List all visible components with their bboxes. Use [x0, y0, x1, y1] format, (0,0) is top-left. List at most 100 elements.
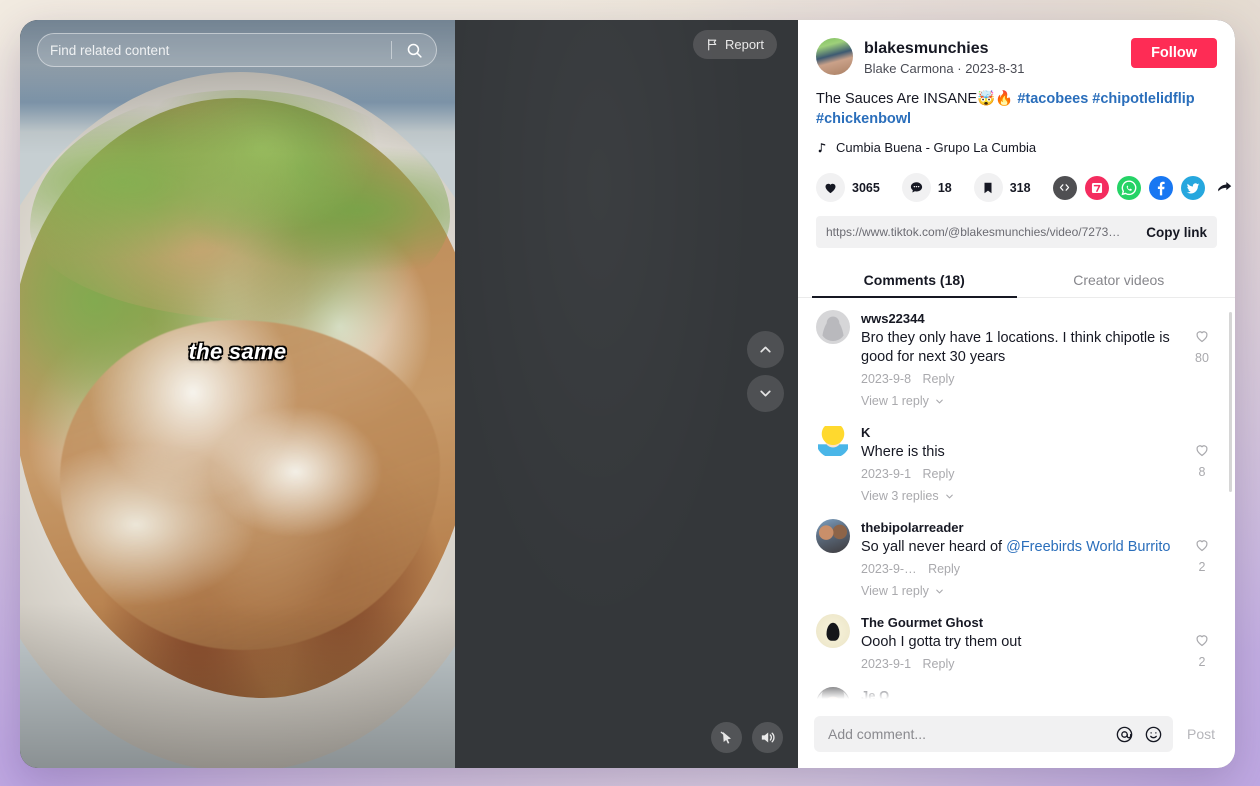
commenter-name[interactable]: thebipolarreader [861, 519, 1176, 536]
like-button[interactable] [816, 173, 845, 202]
comment-mention[interactable]: @Freebirds World Burrito [1006, 539, 1170, 555]
share-arrow-icon[interactable] [1213, 176, 1235, 200]
whatsapp-icon[interactable] [1116, 175, 1141, 200]
follow-button[interactable]: Follow [1131, 38, 1217, 68]
music-row[interactable]: Cumbia Buena - Grupo La Cumbia [816, 140, 1217, 155]
comment-like-count: 8 [1198, 465, 1206, 479]
post-comment-button[interactable]: Post [1183, 726, 1219, 742]
commenter-name[interactable]: wws22344 [861, 310, 1176, 327]
comment-text-body: So yall never heard of [861, 539, 1007, 555]
related-content-search[interactable] [37, 33, 437, 67]
hashtag-chipotlelidflip[interactable]: #chipotlelidflip [1092, 91, 1194, 107]
search-icon [407, 43, 422, 58]
search-input[interactable] [38, 42, 391, 58]
save-stat[interactable]: 318 [973, 173, 1031, 202]
music-note-icon [818, 143, 826, 153]
commenter-avatar[interactable] [816, 614, 850, 648]
chevron-down-icon [936, 399, 943, 403]
heart-outline-icon [1196, 540, 1208, 552]
reply-button[interactable]: Reply [928, 562, 960, 576]
chevron-down-icon [945, 494, 953, 498]
comment-like-button[interactable] [1187, 687, 1217, 703]
caption-body: The Sauces Are INSANE🤯🔥 [816, 91, 1018, 107]
video-url[interactable]: https://www.tiktok.com/@blakesmunchies/v… [826, 225, 1136, 239]
author-username[interactable]: blakesmunchies [864, 39, 1120, 58]
post-date: 2023-8-31 [965, 61, 1025, 76]
search-button[interactable] [392, 34, 436, 66]
save-count: 318 [1009, 180, 1031, 195]
clear-mode-button[interactable] [711, 722, 742, 753]
author-separator: · [957, 61, 962, 76]
save-button[interactable] [973, 173, 1003, 202]
hashtag-tacobees[interactable]: #tacobees [1017, 91, 1088, 107]
comment-stat[interactable]: 18 [901, 173, 952, 202]
volume-on-icon [761, 732, 775, 743]
comment-item: thebipolarreader So yall never heard of … [816, 519, 1217, 598]
volume-button[interactable] [752, 722, 783, 753]
comment-button[interactable] [901, 173, 931, 202]
view-replies-label: View 3 replies [861, 489, 939, 503]
video-vignette [20, 20, 455, 768]
heart-outline-icon [1196, 331, 1208, 343]
view-replies-button[interactable]: View 3 replies [861, 489, 1176, 503]
view-replies-label: View 1 reply [861, 394, 929, 408]
reply-button[interactable]: Reply [923, 657, 955, 671]
comment-meta: 2023-9-1 Reply [861, 657, 1176, 671]
facebook-icon[interactable] [1148, 175, 1173, 200]
comment-item: K Where is this 2023-9-1 Reply View 3 re… [816, 424, 1217, 503]
lemon8-icon[interactable] [1084, 175, 1109, 200]
twitter-icon[interactable] [1180, 175, 1205, 200]
like-stat[interactable]: 3065 [816, 173, 880, 202]
chevron-up-icon [760, 346, 771, 353]
hashtag-chickenbowl[interactable]: #chickenbowl [816, 111, 911, 127]
comment-body: The Gourmet Ghost Oooh I gotta try them … [861, 614, 1176, 671]
commenter-avatar[interactable] [816, 687, 850, 703]
comment-input-wrapper[interactable] [814, 716, 1173, 752]
comment-meta: 2023-9-8 Reply [861, 372, 1176, 386]
comment-like-button[interactable]: 8 [1187, 424, 1217, 503]
comment-like-button[interactable]: 2 [1187, 519, 1217, 598]
comment-date: 2023-9-… [861, 562, 917, 576]
comment-body: K Where is this 2023-9-1 Reply View 3 re… [861, 424, 1176, 503]
commenter-avatar[interactable] [816, 424, 850, 458]
copy-link-button[interactable]: Copy link [1136, 225, 1207, 240]
add-comment-bar: Post [798, 703, 1235, 768]
commenter-name[interactable]: Je O [861, 687, 1176, 703]
embed-code-icon[interactable] [1052, 175, 1077, 200]
comment-body: thebipolarreader So yall never heard of … [861, 519, 1176, 598]
reply-button[interactable]: Reply [923, 372, 955, 386]
comment-input[interactable] [828, 726, 1105, 742]
comment-text: Bro they only have 1 locations. I think … [861, 330, 1170, 365]
comment-like-button[interactable]: 2 [1187, 614, 1217, 671]
video-caption-overlay: the same [188, 339, 287, 364]
at-mention-icon[interactable] [1115, 725, 1134, 744]
comment-date: 2023-9-1 [861, 467, 912, 481]
tab-creator-videos[interactable]: Creator videos [1017, 262, 1222, 297]
commenter-name[interactable]: The Gourmet Ghost [861, 614, 1176, 631]
previous-video-button[interactable] [747, 331, 784, 368]
commenter-name[interactable]: K [861, 424, 1176, 441]
engagement-stats: 3065 18 318 [816, 173, 1232, 202]
panel-tabs: Comments (18) Creator videos [798, 262, 1235, 298]
emoji-icon[interactable] [1144, 725, 1163, 744]
commenter-avatar[interactable] [816, 310, 850, 344]
comment-item: The Gourmet Ghost Oooh I gotta try them … [816, 614, 1217, 671]
report-button[interactable]: Report [692, 30, 777, 59]
view-replies-button[interactable]: View 1 reply [861, 584, 1176, 598]
commenter-avatar[interactable] [816, 519, 850, 553]
comment-body: Je O Isn't this food truck? [861, 687, 1176, 703]
comment-like-count: 2 [1198, 655, 1206, 669]
comment-like-button[interactable]: 80 [1187, 310, 1217, 408]
tab-comments[interactable]: Comments (18) [812, 262, 1017, 298]
comments-list[interactable]: wws22344 Bro they only have 1 locations.… [798, 298, 1235, 703]
heart-outline-icon [1196, 635, 1208, 647]
view-replies-button[interactable]: View 1 reply [861, 394, 1176, 408]
reply-button[interactable]: Reply [923, 467, 955, 481]
chevron-down-icon [936, 589, 943, 593]
comments-scrollbar[interactable] [1229, 312, 1232, 492]
video-stage[interactable]: the same Report [20, 20, 798, 768]
next-video-button[interactable] [747, 375, 784, 412]
post-header: blakesmunchies Blake Carmona · 2023-8-31… [798, 20, 1235, 155]
author-avatar[interactable] [816, 38, 853, 75]
video-player[interactable] [20, 20, 455, 768]
